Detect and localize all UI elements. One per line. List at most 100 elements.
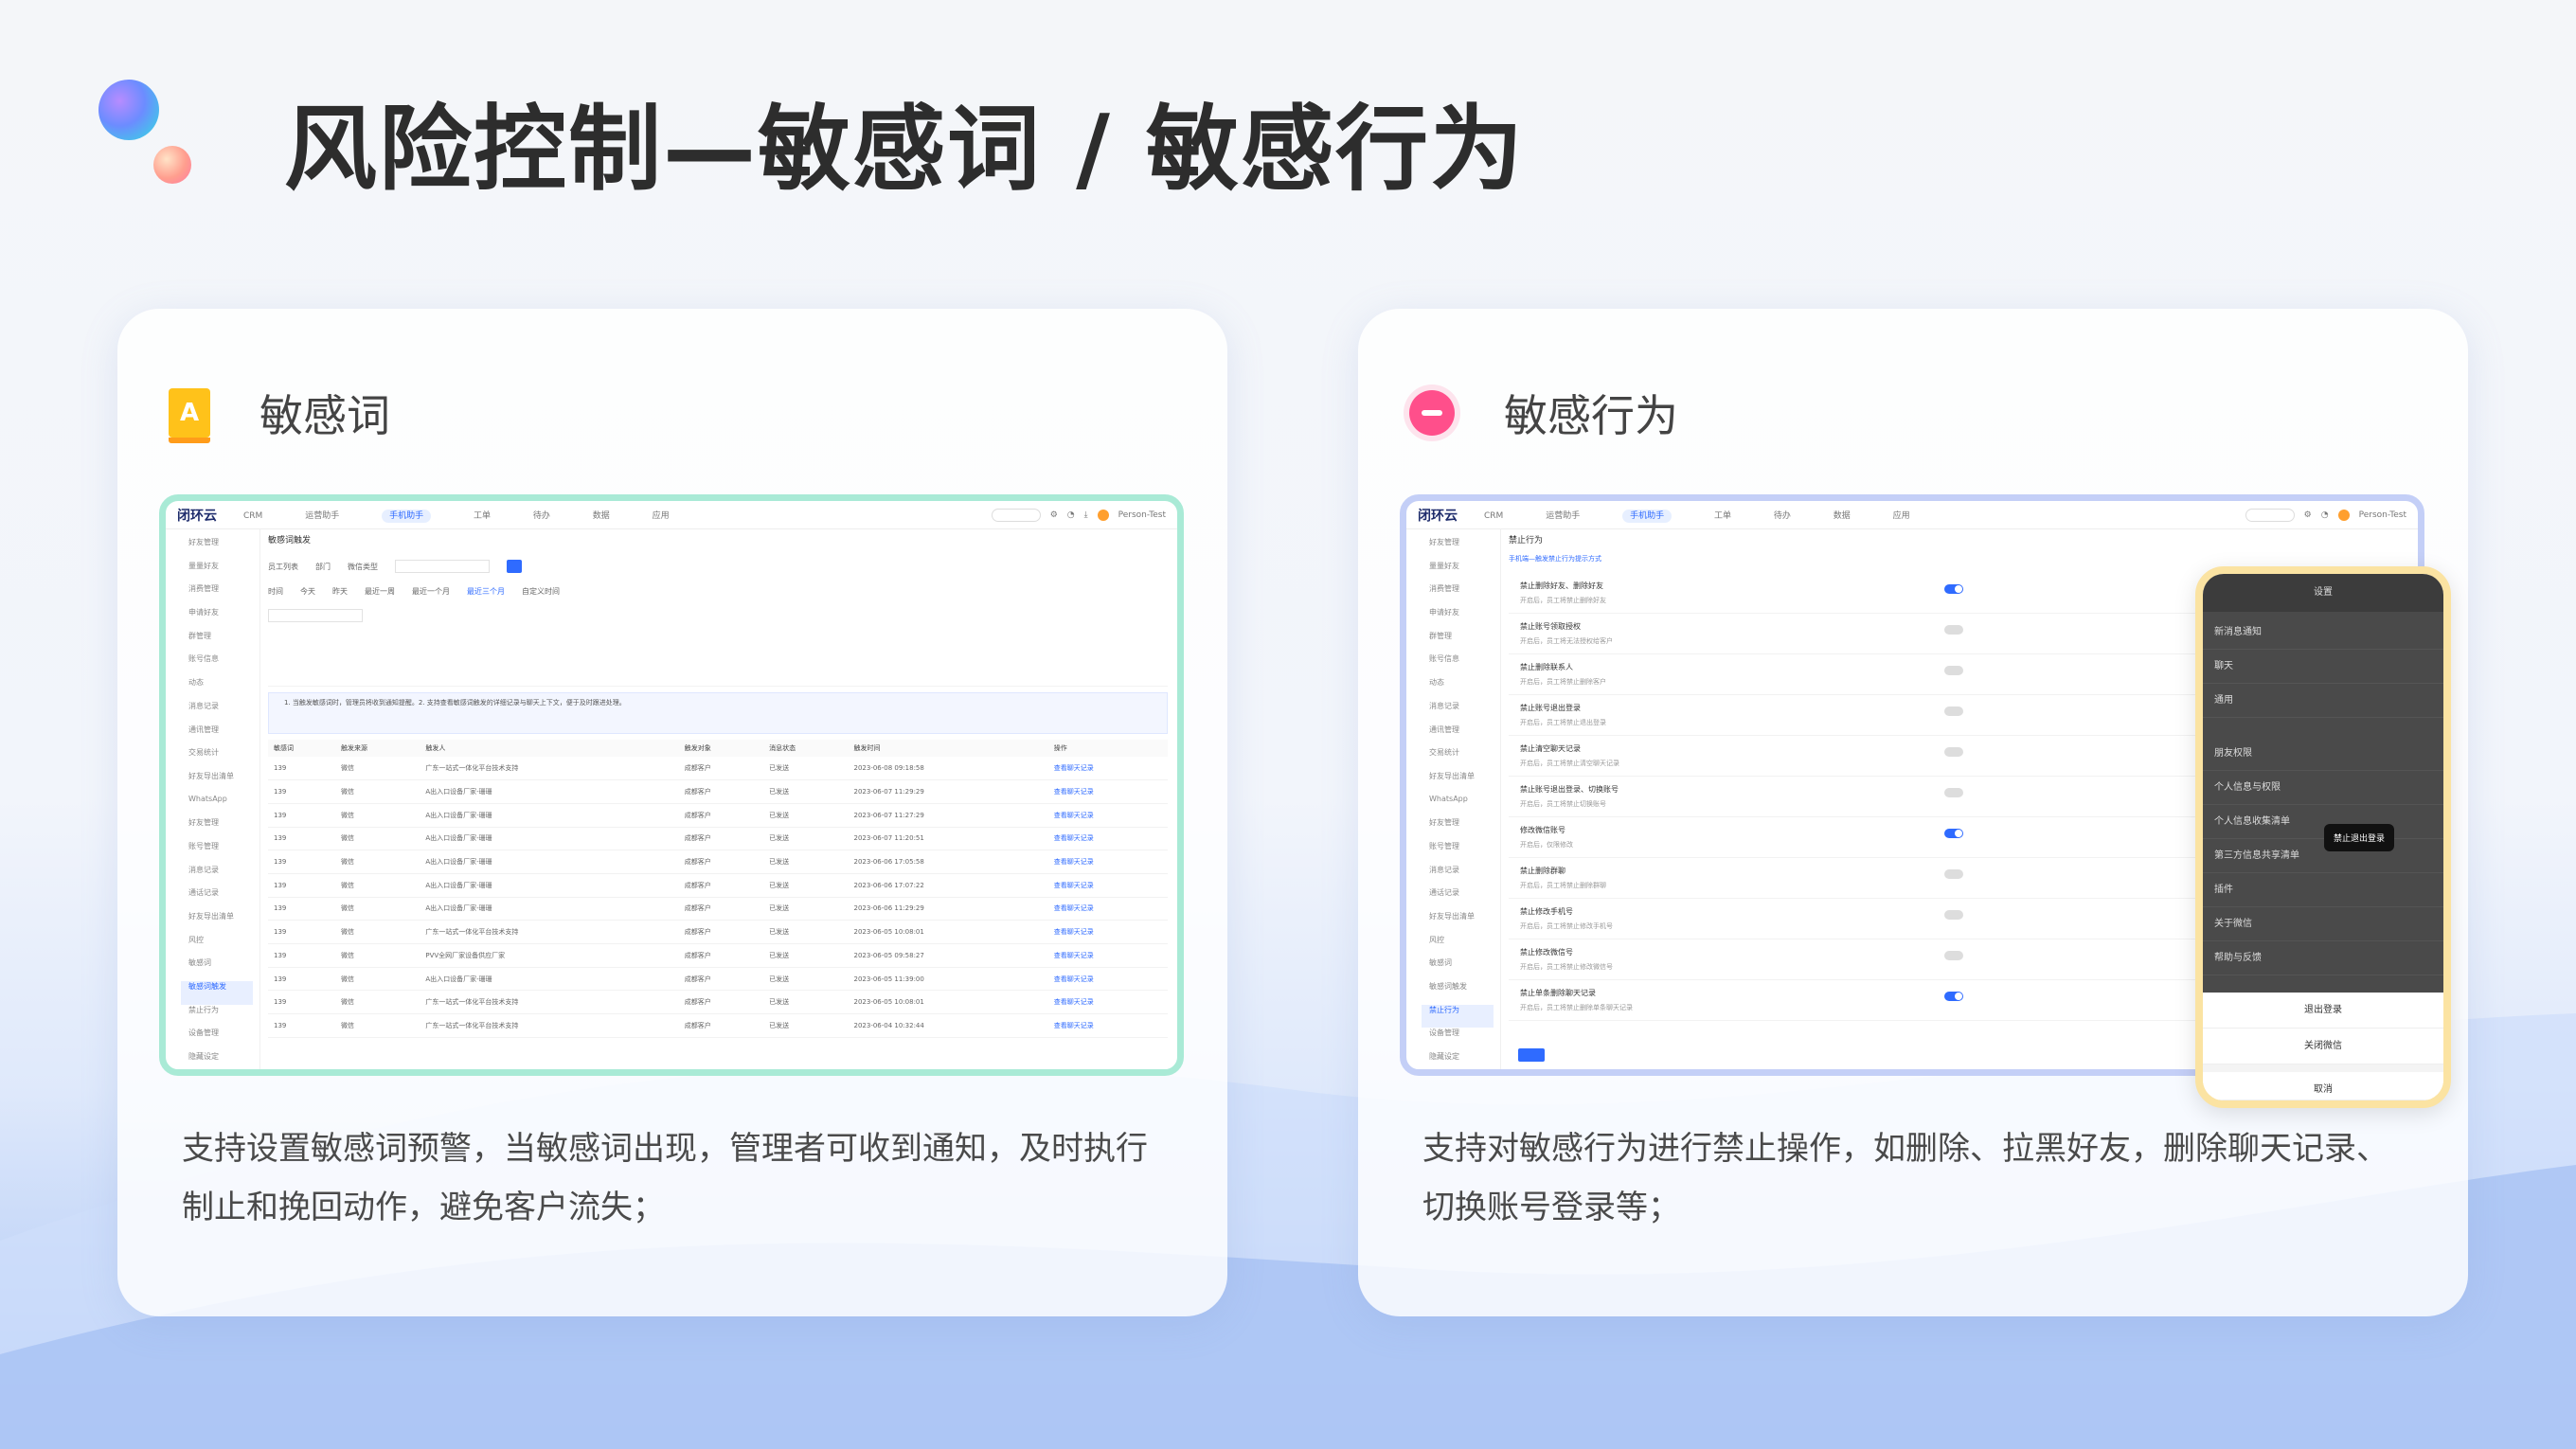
sidebar-item[interactable]: 动态 — [1429, 677, 1500, 701]
sidebar-item[interactable]: 隐藏设定 — [1429, 1051, 1500, 1069]
sidebar-item[interactable]: 敏感词 — [188, 957, 259, 981]
filter-label[interactable]: 员工列表 — [268, 562, 298, 572]
sidebar-item[interactable]: 申请好友 — [188, 607, 259, 631]
sidebar-item[interactable]: 消息记录 — [188, 701, 259, 724]
sidebar-item[interactable]: 动态 — [188, 677, 259, 701]
sidebar-item[interactable]: 群管理 — [188, 631, 259, 654]
sidebar-item[interactable]: 禁止行为 — [1422, 1004, 1494, 1029]
sidebar-item[interactable]: 量量好友 — [1429, 561, 1500, 584]
view-chat-link[interactable]: 查看聊天记录 — [1047, 1013, 1168, 1038]
view-chat-link[interactable]: 查看聊天记录 — [1047, 850, 1168, 874]
time-option[interactable]: 最近一周 — [365, 586, 395, 597]
time-option[interactable]: 最近一个月 — [412, 586, 450, 597]
nav-item[interactable]: 待办 — [1774, 511, 1791, 521]
filter-label[interactable]: 部门 — [315, 562, 331, 572]
phone-setting-item[interactable] — [2203, 718, 2443, 737]
nav-item[interactable]: 数据 — [593, 511, 610, 521]
sidebar-item[interactable]: 交易统计 — [1429, 747, 1500, 771]
bell-icon[interactable]: ◔ — [2321, 510, 2329, 520]
sidebar-item[interactable]: 账号管理 — [1429, 841, 1500, 865]
bell-icon[interactable]: ◔ — [1067, 510, 1075, 520]
settings-icon[interactable]: ⚙ — [1050, 510, 1058, 520]
trigger-person-input[interactable] — [268, 609, 363, 622]
sidebar-item[interactable]: 敏感词触发 — [1429, 981, 1500, 1005]
sidebar-item[interactable]: 好友导出清单 — [1429, 911, 1500, 935]
view-chat-link[interactable]: 查看聊天记录 — [1047, 943, 1168, 968]
filter-label[interactable]: 微信类型 — [348, 562, 378, 572]
rule-toggle[interactable] — [1944, 951, 1963, 960]
sidebar-item[interactable]: 账号信息 — [188, 653, 259, 677]
rule-toggle[interactable] — [1944, 666, 1963, 675]
sidebar-item[interactable]: 风控 — [188, 935, 259, 958]
sidebar-item[interactable]: 敏感词 — [1429, 957, 1500, 981]
time-option[interactable]: 最近三个月 — [467, 586, 505, 597]
time-option[interactable]: 自定义时间 — [522, 586, 560, 597]
avatar[interactable] — [1097, 509, 1109, 521]
sidebar-item[interactable]: 通话记录 — [1429, 887, 1500, 911]
cancel-option[interactable]: 取消 — [2203, 1064, 2443, 1100]
sidebar-item[interactable]: 好友管理 — [1429, 817, 1500, 841]
sidebar-item[interactable]: 消息记录 — [188, 865, 259, 888]
nav-item[interactable]: 应用 — [653, 511, 670, 521]
sidebar-item[interactable]: 消息记录 — [1429, 865, 1500, 888]
view-chat-link[interactable]: 查看聊天记录 — [1047, 920, 1168, 944]
sidebar-item[interactable]: 消费管理 — [188, 583, 259, 607]
time-option[interactable]: 今天 — [300, 586, 315, 597]
sidebar-item[interactable]: 申请好友 — [1429, 607, 1500, 631]
view-chat-link[interactable]: 查看聊天记录 — [1047, 779, 1168, 804]
sidebar-item[interactable]: 好友管理 — [1429, 537, 1500, 561]
rule-toggle[interactable] — [1944, 992, 1963, 1001]
sidebar-item[interactable]: 设备管理 — [1429, 1028, 1500, 1051]
phone-setting-item[interactable]: 朋友权限 — [2203, 737, 2443, 771]
sidebar-item[interactable]: 通讯管理 — [188, 724, 259, 748]
sidebar-item[interactable]: 好友管理 — [188, 817, 259, 841]
nav-item[interactable]: 运营助手 — [1546, 511, 1580, 521]
phone-setting-item[interactable]: 个人信息收集清单 — [2203, 805, 2443, 839]
rule-toggle[interactable] — [1944, 747, 1963, 757]
rule-toggle[interactable] — [1944, 829, 1963, 838]
view-chat-link[interactable]: 查看聊天记录 — [1047, 827, 1168, 851]
sidebar-item[interactable]: 通讯管理 — [1429, 724, 1500, 748]
nav-item[interactable]: CRM — [1484, 511, 1503, 521]
avatar[interactable] — [2337, 509, 2350, 521]
rule-toggle[interactable] — [1944, 584, 1963, 594]
search-input[interactable] — [2245, 508, 2295, 522]
logout-option[interactable]: 退出登录 — [2203, 993, 2443, 1029]
sidebar-item[interactable]: 好友导出清单 — [1429, 771, 1500, 795]
sidebar-item[interactable]: 好友导出清单 — [188, 771, 259, 795]
user-name[interactable]: Person-Test — [1118, 510, 1166, 520]
sidebar-item[interactable]: 隐藏设定 — [188, 1051, 259, 1069]
nav-item[interactable]: 运营助手 — [305, 511, 339, 521]
add-button[interactable] — [507, 560, 522, 573]
sidebar-item[interactable]: 禁止行为 — [188, 1005, 259, 1029]
nav-item[interactable]: 数据 — [1834, 511, 1851, 521]
nav-item[interactable]: CRM — [243, 511, 262, 521]
sidebar-item[interactable]: 敏感词触发 — [181, 981, 253, 1005]
view-chat-link[interactable]: 查看聊天记录 — [1047, 757, 1168, 781]
search-input[interactable] — [991, 508, 1041, 522]
sidebar-item[interactable]: 好友管理 — [188, 537, 259, 561]
phone-setting-item[interactable]: 聊天 — [2203, 650, 2443, 684]
nav-item-active[interactable]: 手机助手 — [382, 510, 432, 523]
sidebar-item[interactable]: 消息记录 — [1429, 701, 1500, 724]
nav-item[interactable]: 工单 — [474, 511, 491, 521]
nav-item[interactable]: 应用 — [1893, 511, 1910, 521]
phone-setting-item[interactable]: 新消息通知 — [2203, 616, 2443, 650]
filter-input[interactable] — [395, 560, 490, 573]
save-button[interactable] — [1518, 1048, 1545, 1062]
sidebar-item[interactable]: 量量好友 — [188, 561, 259, 584]
sidebar-item[interactable]: 风控 — [1429, 935, 1500, 958]
time-option[interactable]: 昨天 — [332, 586, 348, 597]
phone-setting-item[interactable]: 通用 — [2203, 684, 2443, 718]
sidebar-item[interactable]: WhatsApp — [1429, 795, 1500, 818]
sidebar-item[interactable]: WhatsApp — [188, 795, 259, 818]
rule-toggle[interactable] — [1944, 625, 1963, 635]
view-chat-link[interactable]: 查看聊天记录 — [1047, 967, 1168, 992]
download-icon[interactable]: ⤓ — [1084, 510, 1088, 520]
sidebar-item[interactable]: 交易统计 — [188, 747, 259, 771]
sidebar-item[interactable]: 账号管理 — [188, 841, 259, 865]
nav-item[interactable]: 待办 — [533, 511, 550, 521]
phone-setting-item[interactable]: 帮助与反馈 — [2203, 941, 2443, 975]
sidebar-item[interactable]: 消费管理 — [1429, 583, 1500, 607]
rule-toggle[interactable] — [1944, 910, 1963, 920]
